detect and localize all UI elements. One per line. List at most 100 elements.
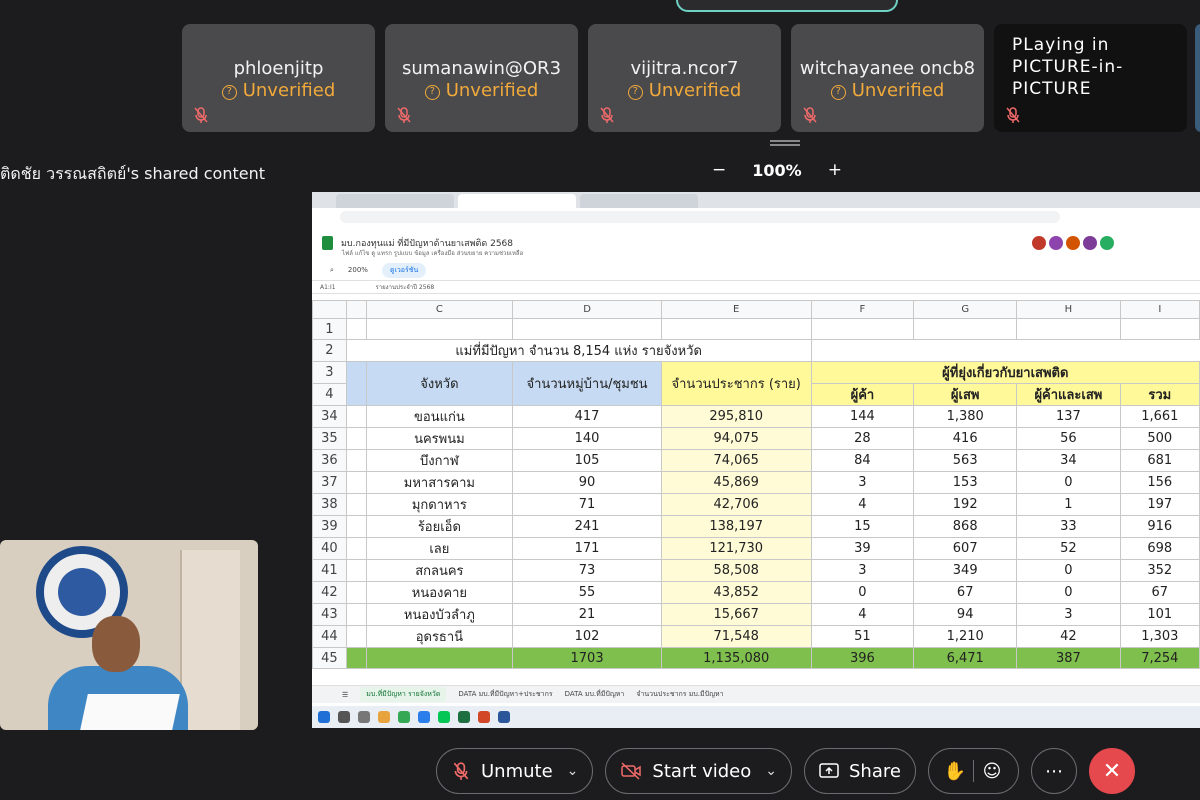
population-cell[interactable]: 58,508 bbox=[660, 559, 812, 582]
participant-tile[interactable]: witchayanee oncb8 ? Unverified bbox=[791, 24, 984, 132]
population-cell[interactable]: 43,852 bbox=[660, 581, 812, 604]
cell[interactable] bbox=[1016, 318, 1121, 340]
row-number[interactable]: 4 bbox=[312, 383, 347, 406]
province-cell[interactable]: นครพนม bbox=[365, 427, 514, 450]
total-both[interactable]: 387 bbox=[1016, 647, 1121, 669]
total-cell[interactable]: 681 bbox=[1119, 449, 1200, 472]
column-header[interactable]: E bbox=[660, 300, 812, 319]
population-cell[interactable]: 138,197 bbox=[660, 515, 812, 538]
word-icon[interactable] bbox=[498, 711, 510, 723]
url-input[interactable] bbox=[340, 211, 1060, 223]
total-population[interactable]: 1,135,080 bbox=[660, 647, 812, 669]
sheet-tab[interactable]: DATA มบ.ที่มีปัญหา+ประชากร bbox=[458, 689, 552, 700]
cell[interactable] bbox=[345, 493, 367, 516]
row-number[interactable]: 3 bbox=[312, 361, 347, 384]
add-sheet-icon[interactable]: ☰ bbox=[342, 691, 348, 699]
seller-cell[interactable]: 3 bbox=[810, 471, 915, 494]
seller-cell[interactable]: 3 bbox=[810, 559, 915, 582]
both-cell[interactable]: 0 bbox=[1016, 471, 1121, 494]
seller-cell[interactable]: 84 bbox=[810, 449, 915, 472]
cell-reference[interactable]: A1:I1 bbox=[320, 284, 336, 291]
edge-icon[interactable] bbox=[418, 711, 430, 723]
unmute-button[interactable]: Unmute ⌄ bbox=[436, 748, 594, 794]
user-cell[interactable]: 1,210 bbox=[913, 625, 1018, 648]
sheet-tab[interactable]: DATA มบ.ที่มีปัญหา bbox=[565, 689, 625, 700]
cell[interactable] bbox=[345, 559, 367, 582]
column-header[interactable]: G bbox=[913, 300, 1018, 319]
chevron-down-icon[interactable]: ⌄ bbox=[765, 763, 777, 779]
seller-cell[interactable]: 4 bbox=[810, 603, 915, 626]
subheader-user[interactable]: ผู้เสพ bbox=[913, 383, 1018, 406]
row-number[interactable]: 38 bbox=[312, 493, 347, 516]
seller-cell[interactable]: 144 bbox=[810, 405, 915, 428]
cell[interactable] bbox=[660, 318, 812, 340]
user-cell[interactable]: 416 bbox=[913, 427, 1018, 450]
seller-cell[interactable]: 28 bbox=[810, 427, 915, 450]
line-icon[interactable] bbox=[438, 711, 450, 723]
participant-tile[interactable]: vijitra.ncor7 ? Unverified bbox=[588, 24, 781, 132]
villages-cell[interactable]: 171 bbox=[512, 537, 662, 560]
total-user[interactable]: 6,471 bbox=[913, 647, 1018, 669]
total-seller[interactable]: 396 bbox=[810, 647, 915, 669]
chevron-down-icon[interactable]: ⌄ bbox=[567, 763, 579, 779]
view-mode-button[interactable]: ดูเวอร์ชัน bbox=[381, 262, 427, 278]
seller-cell[interactable]: 0 bbox=[810, 581, 915, 604]
browser-tab[interactable] bbox=[580, 194, 698, 208]
total-cell[interactable]: 1,303 bbox=[1119, 625, 1200, 648]
user-cell[interactable]: 67 bbox=[913, 581, 1018, 604]
more-options-button[interactable]: ⋯ bbox=[1030, 748, 1077, 794]
start-video-button[interactable]: Start video ⌄ bbox=[605, 748, 792, 794]
header-villages[interactable]: จำนวนหมู่บ้าน/ชุมชน bbox=[512, 361, 662, 406]
villages-cell[interactable]: 21 bbox=[512, 603, 662, 626]
population-cell[interactable]: 74,065 bbox=[660, 449, 812, 472]
user-cell[interactable]: 868 bbox=[913, 515, 1018, 538]
cell[interactable] bbox=[345, 515, 367, 538]
province-cell[interactable]: หนองคาย bbox=[365, 581, 514, 604]
row-number[interactable]: 43 bbox=[312, 603, 347, 626]
sheet-tab[interactable]: มบ.ที่มีปัญหา รายจังหวัด bbox=[360, 687, 447, 702]
column-header[interactable]: D bbox=[512, 300, 662, 319]
powerpoint-icon[interactable] bbox=[478, 711, 490, 723]
emoji-reaction-icon[interactable]: ☺ bbox=[974, 761, 1010, 782]
population-cell[interactable]: 42,706 bbox=[660, 493, 812, 516]
task-view-icon[interactable] bbox=[358, 711, 370, 723]
browser-tab[interactable] bbox=[336, 194, 454, 208]
cell[interactable] bbox=[345, 625, 367, 648]
next-tile-edge[interactable] bbox=[1195, 24, 1200, 132]
self-video[interactable] bbox=[0, 540, 258, 730]
both-cell[interactable]: 0 bbox=[1016, 559, 1121, 582]
zoom-in-button[interactable]: + bbox=[828, 160, 842, 180]
total-cell[interactable]: 197 bbox=[1119, 493, 1200, 516]
villages-cell[interactable]: 90 bbox=[512, 471, 662, 494]
province-cell[interactable]: ร้อยเอ็ด bbox=[365, 515, 514, 538]
population-cell[interactable]: 121,730 bbox=[660, 537, 812, 560]
row-number[interactable]: 36 bbox=[312, 449, 347, 472]
both-cell[interactable]: 0 bbox=[1016, 581, 1121, 604]
population-cell[interactable]: 15,667 bbox=[660, 603, 812, 626]
column-header[interactable]: H bbox=[1016, 300, 1121, 319]
formula-content[interactable]: รายงานประจำปี 2568 bbox=[376, 282, 435, 292]
row-number[interactable]: 45 bbox=[312, 647, 347, 669]
cell[interactable] bbox=[365, 647, 514, 669]
browser-tab[interactable] bbox=[458, 194, 576, 208]
share-button[interactable]: Share bbox=[804, 748, 916, 794]
total-cell[interactable]: 500 bbox=[1119, 427, 1200, 450]
province-cell[interactable]: หนองบัวลำภู bbox=[365, 603, 514, 626]
cell[interactable] bbox=[345, 361, 367, 406]
total-villages[interactable]: 1703 bbox=[512, 647, 662, 669]
search-icon[interactable] bbox=[338, 711, 350, 723]
cell[interactable] bbox=[345, 405, 367, 428]
province-cell[interactable]: มหาสารคาม bbox=[365, 471, 514, 494]
total-cell[interactable]: 67 bbox=[1119, 581, 1200, 604]
table-title[interactable]: แม่ที่มีปัญหา จำนวน 8,154 แห่ง รายจังหวั… bbox=[345, 339, 812, 362]
population-cell[interactable]: 295,810 bbox=[660, 405, 812, 428]
province-cell[interactable]: เลย bbox=[365, 537, 514, 560]
seller-cell[interactable]: 4 bbox=[810, 493, 915, 516]
row-number[interactable]: 42 bbox=[312, 581, 347, 604]
villages-cell[interactable]: 102 bbox=[512, 625, 662, 648]
cell[interactable] bbox=[810, 318, 915, 340]
excel-icon[interactable] bbox=[458, 711, 470, 723]
cell[interactable] bbox=[1119, 318, 1200, 340]
user-cell[interactable]: 1,380 bbox=[913, 405, 1018, 428]
row-number[interactable]: 37 bbox=[312, 471, 347, 494]
